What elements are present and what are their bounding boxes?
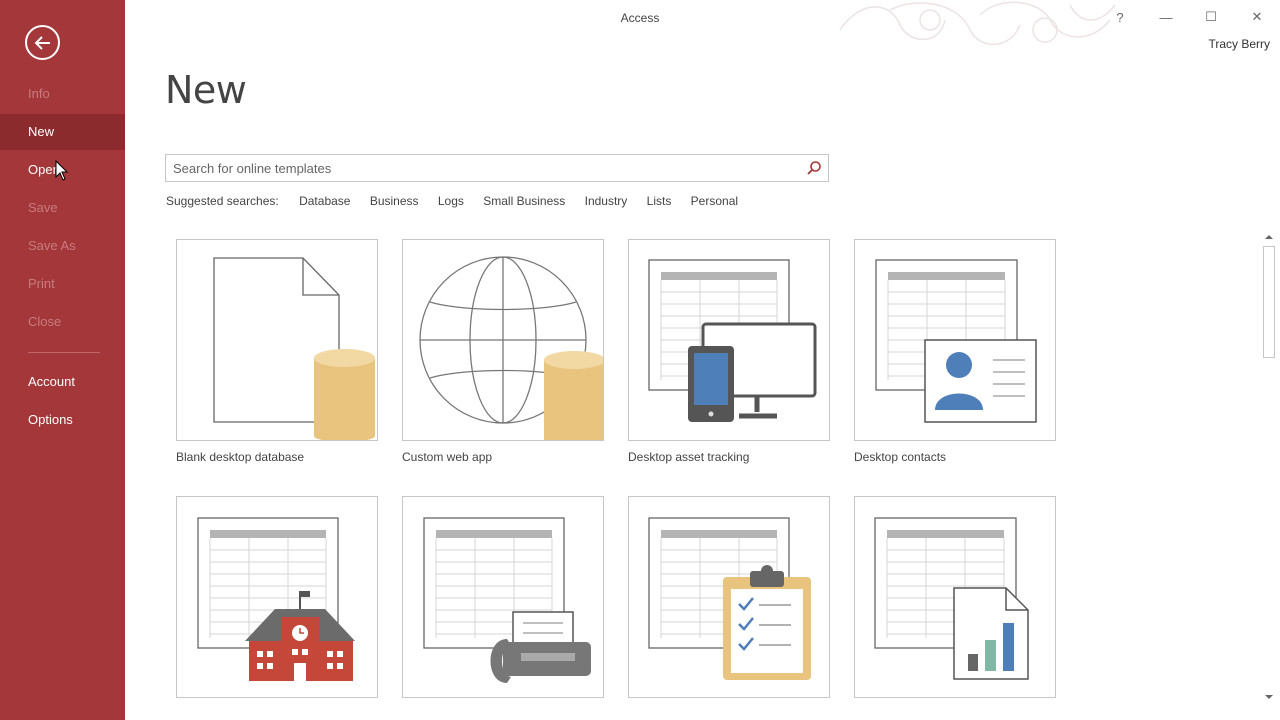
restore-button[interactable]: ☐ xyxy=(1200,8,1222,26)
nav-save[interactable]: Save xyxy=(0,190,125,226)
nav-close[interactable]: Close xyxy=(0,304,125,340)
suggested-searches: Suggested searches: Database Business Lo… xyxy=(166,194,754,208)
back-button[interactable] xyxy=(25,25,60,60)
monitor-tablet-icon xyxy=(648,259,817,422)
minimize-button[interactable]: — xyxy=(1155,8,1177,26)
suggested-searches-label: Suggested searches: xyxy=(166,194,279,208)
suggested-link-industry[interactable]: Industry xyxy=(585,194,628,208)
chevron-up-icon xyxy=(1265,235,1273,239)
globe-database-icon xyxy=(419,256,603,440)
template-tile-custom-web-app[interactable] xyxy=(402,239,604,441)
template-tile-bar-chart[interactable] xyxy=(854,496,1056,698)
suggested-link-personal[interactable]: Personal xyxy=(691,194,738,208)
template-label: Custom web app xyxy=(402,450,493,464)
bar-chart-document-icon xyxy=(874,517,1029,680)
nav-new[interactable]: New xyxy=(0,114,125,150)
template-tile-phone-fax[interactable] xyxy=(402,496,604,698)
template-tile-clipboard-checklist[interactable] xyxy=(628,496,830,698)
suggested-link-database[interactable]: Database xyxy=(299,194,350,208)
suggested-link-logs[interactable]: Logs xyxy=(438,194,464,208)
decorative-swirl-background xyxy=(839,1,1116,46)
suggested-link-business[interactable]: Business xyxy=(370,194,419,208)
school-icon xyxy=(197,517,355,681)
scroll-thumb[interactable] xyxy=(1263,246,1275,358)
template-label: Desktop asset tracking xyxy=(628,450,750,464)
clipboard-checklist-icon xyxy=(648,517,811,680)
close-window-button[interactable]: ✕ xyxy=(1246,8,1268,26)
arrow-left-icon xyxy=(34,35,50,50)
nav-save-as[interactable]: Save As xyxy=(0,228,125,264)
nav-info[interactable]: Info xyxy=(0,76,125,112)
nav-divider xyxy=(28,352,100,353)
help-button[interactable]: ? xyxy=(1109,8,1131,26)
search-button[interactable] xyxy=(804,158,824,178)
suggested-link-lists[interactable]: Lists xyxy=(647,194,672,208)
account-user-name[interactable]: Tracy Berry xyxy=(1208,37,1270,51)
nav-account[interactable]: Account xyxy=(0,364,125,400)
template-label: Desktop contacts xyxy=(854,450,947,464)
template-label: Blank desktop database xyxy=(176,450,305,464)
nav-print[interactable]: Print xyxy=(0,266,125,302)
page-title: New xyxy=(165,68,247,112)
template-search-input[interactable] xyxy=(166,155,796,181)
nav-options[interactable]: Options xyxy=(0,402,125,438)
mouse-cursor-icon xyxy=(55,160,69,181)
suggested-link-small-business[interactable]: Small Business xyxy=(483,194,565,208)
blank-database-icon xyxy=(213,257,375,440)
contact-card-icon xyxy=(875,259,1037,423)
template-tile-blank-desktop-database[interactable] xyxy=(176,239,378,441)
backstage-sidebar: Info New Open Save Save As Print Close A… xyxy=(0,0,125,720)
template-tile-school[interactable] xyxy=(176,496,378,698)
scroll-up-button[interactable] xyxy=(1262,230,1276,244)
phone-fax-icon xyxy=(423,517,591,683)
template-tile-desktop-asset-tracking[interactable] xyxy=(628,239,830,441)
template-search-box xyxy=(165,154,829,182)
window-title: Access xyxy=(620,11,660,25)
scroll-down-button[interactable] xyxy=(1262,690,1276,704)
chevron-down-icon xyxy=(1265,695,1273,699)
template-tile-desktop-contacts[interactable] xyxy=(854,239,1056,441)
vertical-scrollbar[interactable] xyxy=(1260,230,1278,706)
search-icon xyxy=(807,161,821,175)
